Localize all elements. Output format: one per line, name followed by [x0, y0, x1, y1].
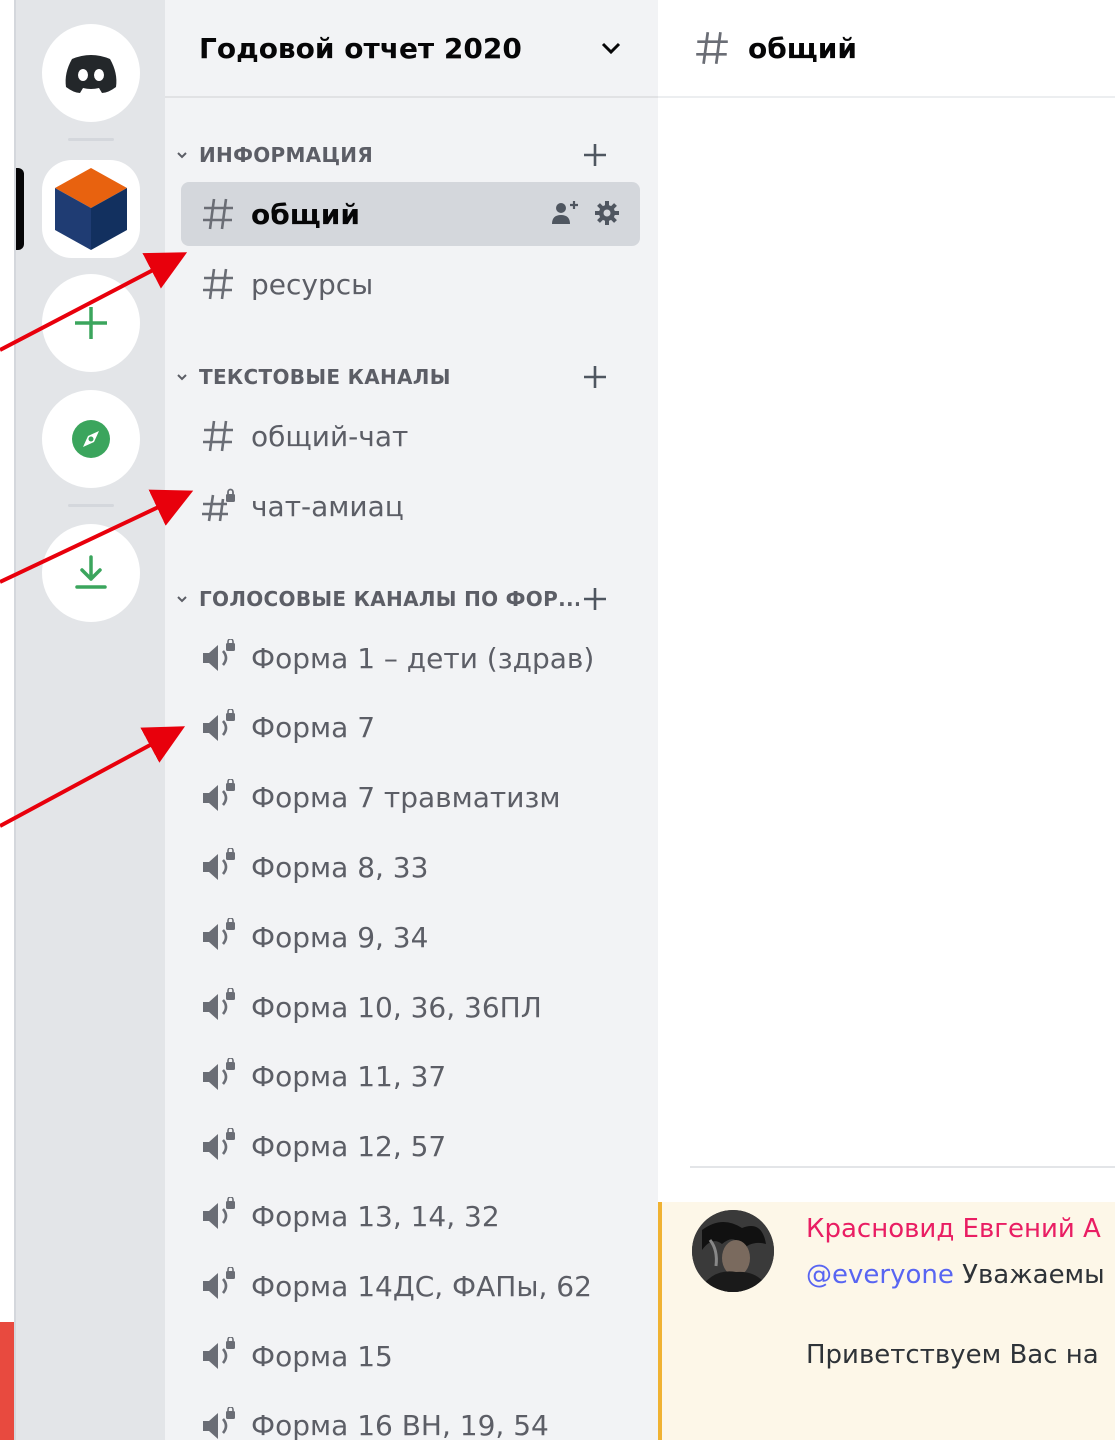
voice-channel-item[interactable]: Форма 7: [181, 696, 640, 760]
discord-logo-icon: [65, 55, 117, 93]
hash-icon: [696, 32, 728, 64]
selected-server-indicator: [16, 168, 24, 250]
message-text: Уважаемы: [953, 1260, 1105, 1290]
avatar-photo: [692, 1210, 774, 1292]
channel-label: Форма 11, 37: [251, 1060, 447, 1094]
message-line: @everyone Уважаемы: [806, 1260, 1105, 1290]
voice-channel-item[interactable]: Форма 1 – дети (здрав): [181, 626, 640, 690]
voice-channel-item[interactable]: Форма 7 травматизм: [181, 766, 640, 830]
locked-hash-icon: [202, 488, 235, 522]
plus-icon[interactable]: [579, 583, 611, 615]
plus-icon[interactable]: [579, 139, 611, 171]
message-author[interactable]: Красновид Евгений А: [806, 1214, 1101, 1244]
channel-label: Форма 9, 34: [251, 920, 429, 954]
voice-channel-item[interactable]: Форма 13, 14, 32: [181, 1184, 640, 1248]
speaker-icon: [203, 1197, 235, 1230]
channel-label: Форма 14ДС, ФАПы, 62: [251, 1269, 592, 1303]
voice-channel-item[interactable]: Форма 16 ВН, 19, 54: [181, 1394, 640, 1440]
rail-separator: [68, 504, 114, 507]
category-label: ИНФОРМАЦИЯ: [199, 143, 374, 167]
channel-header: общий: [658, 0, 1115, 98]
channel-label: общий-чат: [251, 419, 409, 453]
channel-label: Форма 12, 57: [251, 1130, 447, 1164]
voice-channel-item[interactable]: Форма 15: [181, 1324, 640, 1388]
message-highlighted[interactable]: Красновид Евгений А @everyone Уважаемы П…: [658, 1202, 1115, 1440]
server-name: Годовой отчет 2020: [199, 31, 522, 65]
avatar[interactable]: [692, 1210, 774, 1292]
download-apps-button[interactable]: [42, 524, 140, 622]
download-icon: [75, 555, 107, 589]
speaker-icon: [203, 639, 235, 671]
channel-label: Форма 13, 14, 32: [251, 1199, 500, 1233]
channel-label: ресурсы: [251, 267, 374, 301]
channel-sidebar: Годовой отчет 2020 ИНФОРМАЦИЯ общий ресу…: [165, 0, 658, 1440]
voice-channel-item[interactable]: Форма 10, 36, 36ПЛ: [181, 975, 640, 1039]
chevron-down-icon: [177, 374, 187, 381]
message-divider: [690, 1166, 1115, 1168]
channel-label: Форма 15: [251, 1339, 393, 1373]
channel-label: Форма 8, 33: [251, 850, 429, 884]
chevron-down-icon: [177, 152, 187, 159]
plus-icon: [75, 307, 107, 339]
chevron-down-icon: [601, 42, 621, 55]
compass-icon: [72, 420, 110, 458]
plus-icon[interactable]: [579, 361, 611, 393]
category-label: ТЕКСТОВЫЕ КАНАЛЫ: [199, 365, 451, 389]
speaker-icon: [203, 1406, 235, 1439]
voice-channel-item[interactable]: Форма 11, 37: [181, 1045, 640, 1109]
channel-obshchiy-chat[interactable]: общий-чат: [181, 404, 640, 468]
left-edge-strip: [0, 0, 16, 1440]
category-voice-channels[interactable]: ГОЛОСОВЫЕ КАНАЛЫ ПО ФОР...: [175, 579, 625, 619]
channel-label: Форма 1 – дети (здрав): [251, 641, 595, 675]
category-text-channels[interactable]: ТЕКСТОВЫЕ КАНАЛЫ: [175, 357, 625, 397]
speaker-icon: [203, 988, 235, 1020]
hash-icon: [203, 198, 233, 230]
speaker-icon: [203, 1057, 235, 1090]
add-server-button[interactable]: [42, 274, 140, 372]
channel-actions: [550, 198, 622, 228]
home-button[interactable]: [42, 24, 140, 122]
message-line: Приветствуем Вас на: [806, 1340, 1099, 1370]
channel-label: Форма 10, 36, 36ПЛ: [251, 990, 542, 1024]
rail-separator: [68, 138, 114, 141]
explore-servers-button[interactable]: [42, 390, 140, 488]
voice-channel-item[interactable]: Форма 8, 33: [181, 835, 640, 899]
speaker-icon: [203, 1267, 235, 1300]
hash-icon: [203, 420, 233, 452]
channel-obshchiy[interactable]: общий: [181, 182, 640, 246]
channel-label: общий: [251, 197, 360, 231]
channel-chat-amiac[interactable]: чат-амиац: [181, 474, 640, 538]
channel-label: Форма 7 травматизм: [251, 781, 561, 815]
chevron-down-icon: [177, 596, 187, 603]
server-header[interactable]: Годовой отчет 2020: [165, 0, 658, 98]
server-icon-annual-report[interactable]: [42, 160, 140, 258]
speaker-icon: [203, 918, 235, 951]
chat-area: общий Красновид Евгений А @everyone Уваж…: [658, 0, 1115, 1440]
voice-channel-item[interactable]: Форма 12, 57: [181, 1115, 640, 1179]
speaker-icon: [203, 708, 235, 741]
server-rail: [16, 0, 165, 1440]
category-info[interactable]: ИНФОРМАЦИЯ: [175, 135, 625, 175]
voice-channel-item[interactable]: Форма 9, 34: [181, 905, 640, 969]
gear-icon[interactable]: [592, 198, 622, 228]
channel-label: Форма 7: [251, 711, 376, 745]
voice-channel-item[interactable]: Форма 14ДС, ФАПы, 62: [181, 1254, 640, 1318]
speaker-icon: [203, 778, 235, 811]
speaker-icon: [203, 848, 235, 881]
cube-logo-icon: [55, 168, 127, 250]
hash-icon: [203, 268, 233, 300]
category-label: ГОЛОСОВЫЕ КАНАЛЫ ПО ФОР...: [199, 587, 579, 611]
channel-title: общий: [748, 31, 857, 65]
speaker-icon: [203, 1337, 235, 1369]
add-user-icon[interactable]: [550, 198, 580, 228]
channel-label: Форма 16 ВН, 19, 54: [251, 1409, 549, 1440]
channel-label: чат-амиац: [251, 489, 404, 523]
speaker-icon: [203, 1127, 235, 1160]
mention-everyone[interactable]: @everyone: [806, 1260, 954, 1290]
channel-resursy[interactable]: ресурсы: [181, 252, 640, 316]
red-decoration: [0, 1322, 14, 1440]
